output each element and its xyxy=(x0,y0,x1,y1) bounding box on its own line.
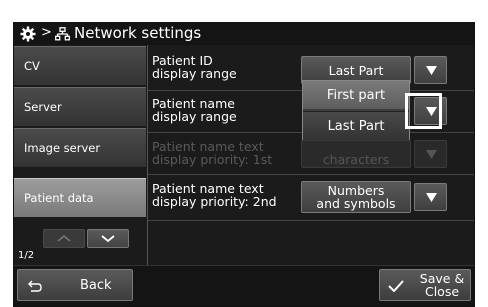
chevron-up-icon xyxy=(57,234,71,242)
header-bar: > Network settings xyxy=(14,23,474,45)
network-settings-screen: > Network settings CV Server Image serve… xyxy=(13,22,475,307)
sidebar-item-label: CV xyxy=(24,59,40,73)
sidebar-pager: 1/2 xyxy=(14,225,146,263)
page-title: Network settings xyxy=(74,24,202,42)
sidebar-item-server[interactable]: Server xyxy=(14,87,146,127)
save-close-label: Save & Close xyxy=(419,271,465,299)
dropdown-list: First part Last Part xyxy=(302,80,410,140)
back-button[interactable]: Back xyxy=(17,269,133,301)
sidebar-item-cv[interactable]: CV xyxy=(14,46,146,86)
network-icon xyxy=(55,27,70,41)
row-divider xyxy=(148,220,474,221)
name-priority-2nd-value-text: Numbers and symbols xyxy=(316,183,396,211)
name-priority-1st-value-text: characters xyxy=(322,152,390,167)
return-icon xyxy=(28,280,42,292)
sidebar-item-label: Server xyxy=(24,100,62,114)
name-priority-1st-value: characters xyxy=(301,140,411,168)
name-priority-1st-label: Patient name text display priority: 1st xyxy=(152,139,273,167)
triangle-down-icon xyxy=(426,66,437,75)
name-priority-2nd-value[interactable]: Numbers and symbols xyxy=(301,181,411,213)
patient-name-range-label: Patient name display range xyxy=(152,96,237,124)
patient-id-range-label: Patient ID display range xyxy=(152,53,237,81)
name-priority-2nd-dropdown-button[interactable] xyxy=(414,183,447,211)
divider xyxy=(147,45,148,265)
name-priority-1st-dropdown-button xyxy=(414,140,447,168)
sidebar-item-patient-data[interactable]: Patient data xyxy=(14,178,146,218)
name-priority-2nd-label: Patient name text display priority: 2nd xyxy=(152,181,277,209)
dropdown-option-first-part[interactable]: First part xyxy=(303,81,409,109)
sidebar-item-label: Image server xyxy=(24,141,101,155)
row-divider xyxy=(148,174,474,175)
back-label: Back xyxy=(80,278,112,293)
triangle-down-icon xyxy=(426,193,437,202)
page-indicator: 1/2 xyxy=(18,250,35,261)
chevron-down-icon xyxy=(101,235,115,243)
page-up-button[interactable] xyxy=(43,229,85,248)
footer-bar: Back Save & Close xyxy=(14,265,474,306)
dropdown-option-last-part[interactable]: Last Part xyxy=(303,111,409,140)
patient-id-range-value-text: Last Part xyxy=(328,62,384,78)
sidebar-item-image-server[interactable]: Image server xyxy=(14,128,146,168)
sidebar-item-label: Patient data xyxy=(24,191,94,205)
save-close-button[interactable]: Save & Close xyxy=(379,269,471,301)
breadcrumb-separator: > xyxy=(41,25,52,40)
option-label: Last Part xyxy=(327,118,385,134)
gear-icon[interactable] xyxy=(20,26,36,42)
option-label: First part xyxy=(326,87,386,103)
highlight-frame xyxy=(405,93,442,129)
page-down-button[interactable] xyxy=(87,229,129,248)
patient-id-range-dropdown-button[interactable] xyxy=(414,56,447,84)
checkmark-icon xyxy=(388,280,404,292)
triangle-down-icon xyxy=(426,150,437,159)
